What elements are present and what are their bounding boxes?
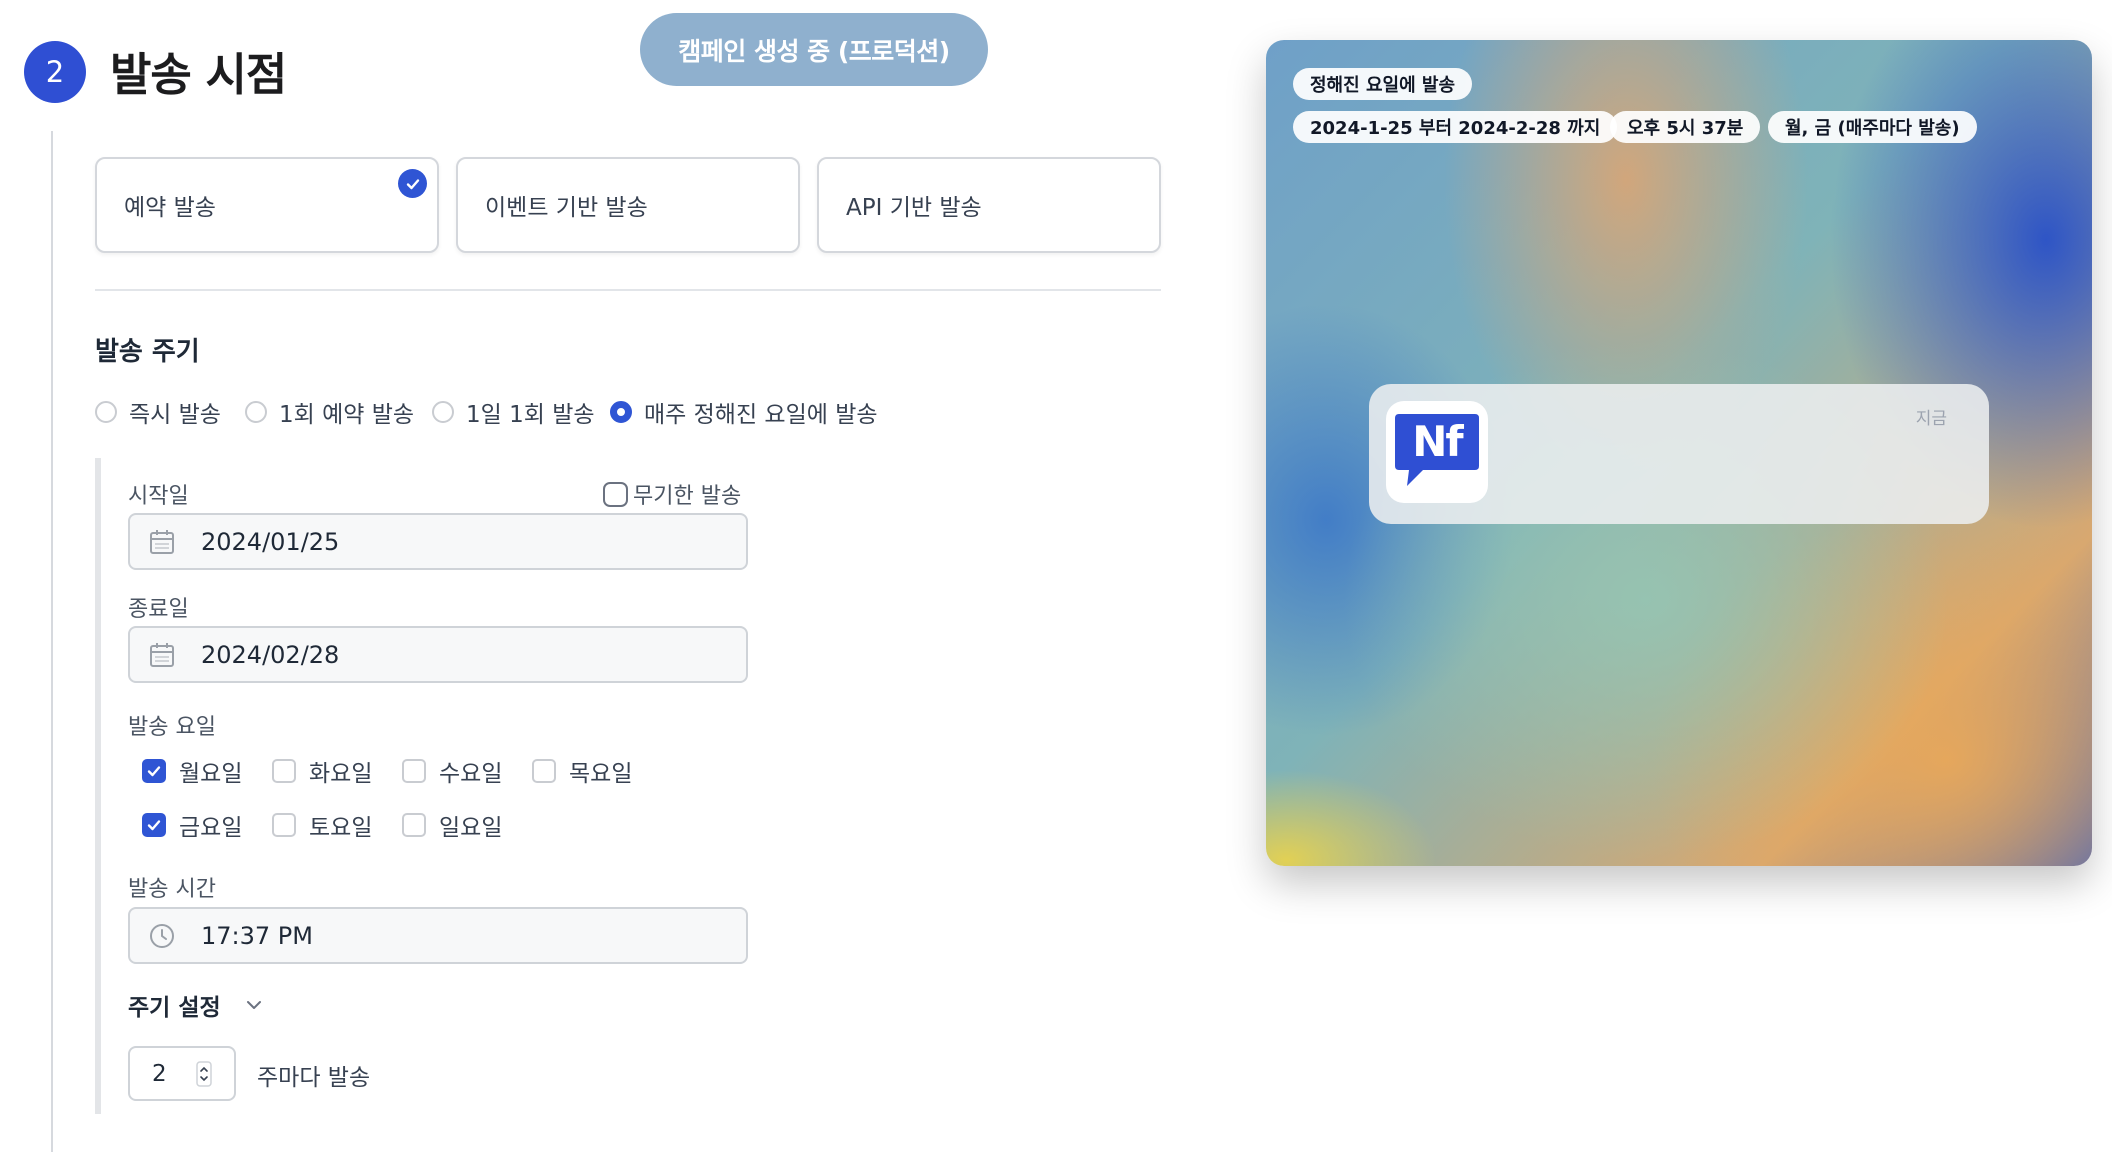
selected-check-icon (398, 169, 427, 198)
day-checkbox-sun[interactable]: 일요일 (402, 808, 502, 842)
send-days-label: 발송 요일 (128, 715, 216, 740)
cycle-option-once[interactable]: 1회 예약 발송 (245, 395, 414, 429)
section-divider (95, 289, 1161, 291)
day-label: 금요일 (179, 815, 243, 841)
day-label: 화요일 (309, 761, 373, 787)
stepper-arrows-icon[interactable] (196, 1060, 212, 1087)
cycle-option-weekly[interactable]: 매주 정해진 요일에 발송 (610, 395, 878, 429)
step-connector-line (51, 131, 53, 1152)
day-checkbox-wed[interactable]: 수요일 (402, 754, 502, 788)
send-time-value: 17:37 PM (201, 921, 313, 950)
day-label: 수요일 (439, 761, 503, 787)
notification-preview: 정해진 요일에 발송 2024-1-25 부터 2024-2-28 까지 오후 … (1266, 40, 2092, 866)
day-label: 토요일 (309, 815, 373, 841)
day-checkbox-sat[interactable]: 토요일 (272, 808, 372, 842)
period-settings-toggle[interactable]: 주기 설정 (128, 988, 263, 1022)
radio-label: 매주 정해진 요일에 발송 (644, 402, 878, 428)
period-weeks-stepper[interactable]: 2 (128, 1046, 236, 1101)
send-type-api-card[interactable]: API 기반 발송 (817, 157, 1161, 253)
period-suffix-label: 주마다 발송 (257, 1065, 371, 1091)
day-label: 일요일 (439, 815, 503, 841)
app-icon: Nf (1386, 401, 1488, 503)
radio-button-selected[interactable] (610, 401, 632, 423)
step-title: 발송 시점 (110, 48, 287, 101)
checkbox[interactable] (532, 759, 556, 783)
infinite-send-label: 무기한 발송 (633, 484, 742, 509)
radio-button[interactable] (432, 401, 454, 423)
campaign-status-banner: 캠페인 생성 중 (프로덕션) (640, 13, 988, 86)
preview-pill-days: 월, 금 (매주마다 발송) (1768, 111, 1977, 143)
subpanel-indent-bar (95, 458, 101, 1114)
checkbox[interactable] (402, 759, 426, 783)
checkbox[interactable] (272, 759, 296, 783)
calendar-icon (148, 528, 176, 556)
preview-pill-date-range: 2024-1-25 부터 2024-2-28 까지 (1293, 111, 1618, 143)
day-label: 월요일 (179, 761, 243, 787)
day-checkbox-fri[interactable]: 금요일 (142, 808, 242, 842)
period-settings-label: 주기 설정 (128, 995, 221, 1021)
send-type-scheduled-card[interactable]: 예약 발송 (95, 157, 439, 253)
radio-button[interactable] (95, 401, 117, 423)
day-checkbox-mon[interactable]: 월요일 (142, 754, 242, 788)
cycle-option-daily[interactable]: 1일 1회 발송 (432, 395, 595, 429)
radio-button[interactable] (245, 401, 267, 423)
start-date-value: 2024/01/25 (201, 527, 340, 556)
clock-icon (148, 922, 176, 950)
notification-card: Nf 지금 (1369, 384, 1989, 524)
calendar-icon (148, 641, 176, 669)
step-number-badge: 2 (24, 41, 86, 103)
preview-pill-time: 오후 5시 37분 (1610, 111, 1761, 143)
notification-time: 지금 (1915, 409, 1947, 429)
cycle-section-title: 발송 주기 (95, 337, 200, 367)
end-date-input[interactable]: 2024/02/28 (128, 626, 748, 683)
checkbox[interactable] (402, 813, 426, 837)
checkbox-checked[interactable] (142, 759, 166, 783)
start-date-label: 시작일 (128, 484, 189, 509)
end-date-value: 2024/02/28 (201, 640, 340, 669)
checkbox[interactable] (603, 481, 628, 507)
infinite-send-checkbox[interactable]: 무기한 발송 (603, 478, 741, 510)
chevron-down-icon (245, 999, 263, 1011)
day-checkbox-tue[interactable]: 화요일 (272, 754, 372, 788)
preview-pill-cycle: 정해진 요일에 발송 (1293, 68, 1473, 100)
app-icon-text: Nf (1412, 417, 1463, 466)
send-type-label: 예약 발송 (124, 195, 216, 221)
send-time-label: 발송 시간 (128, 877, 216, 902)
start-date-input[interactable]: 2024/01/25 (128, 513, 748, 570)
radio-label: 즉시 발송 (129, 402, 221, 428)
checkbox[interactable] (272, 813, 296, 837)
radio-label: 1일 1회 발송 (466, 402, 595, 428)
end-date-label: 종료일 (128, 597, 189, 622)
radio-label: 1회 예약 발송 (279, 402, 415, 428)
send-type-label: 이벤트 기반 발송 (485, 195, 648, 221)
cycle-option-immediate[interactable]: 즉시 발송 (95, 395, 221, 429)
send-type-event-card[interactable]: 이벤트 기반 발송 (456, 157, 800, 253)
day-checkbox-thu[interactable]: 목요일 (532, 754, 632, 788)
checkbox-checked[interactable] (142, 813, 166, 837)
send-type-label: API 기반 발송 (846, 195, 982, 221)
period-value: 2 (152, 1060, 167, 1087)
send-time-input[interactable]: 17:37 PM (128, 907, 748, 964)
day-label: 목요일 (569, 761, 633, 787)
